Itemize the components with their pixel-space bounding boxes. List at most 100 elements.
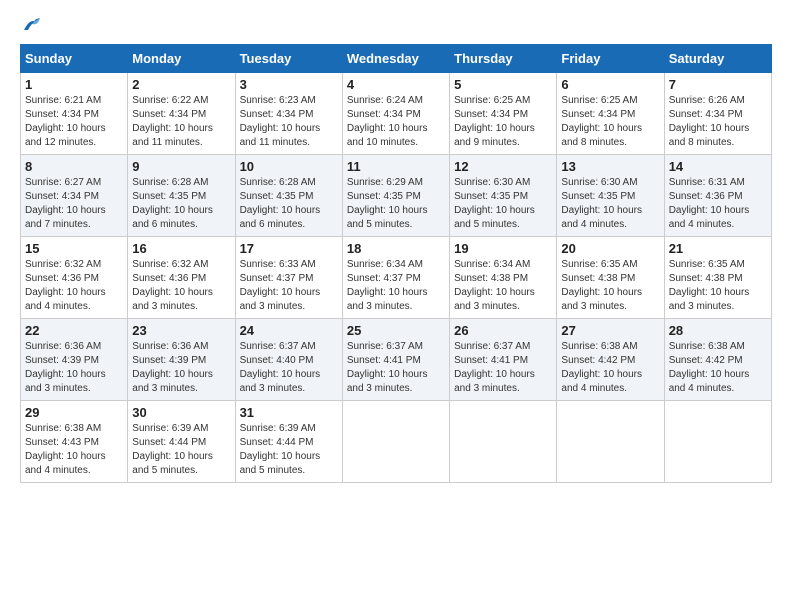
- day-number: 1: [25, 77, 123, 92]
- day-number: 15: [25, 241, 123, 256]
- calendar-week-row: 8 Sunrise: 6:27 AM Sunset: 4:34 PM Dayli…: [21, 155, 772, 237]
- calendar-day-cell: 31 Sunrise: 6:39 AM Sunset: 4:44 PM Dayl…: [235, 401, 342, 483]
- day-info: Sunrise: 6:38 AM Sunset: 4:42 PM Dayligh…: [669, 340, 767, 396]
- calendar-day-cell: 15 Sunrise: 6:32 AM Sunset: 4:36 PM Dayl…: [21, 237, 128, 319]
- day-number: 30: [132, 405, 230, 420]
- day-number: 8: [25, 159, 123, 174]
- page-header: [20, 20, 772, 34]
- calendar-day-cell: 9 Sunrise: 6:28 AM Sunset: 4:35 PM Dayli…: [128, 155, 235, 237]
- day-number: 18: [347, 241, 445, 256]
- day-of-week-header: Sunday: [21, 45, 128, 73]
- day-number: 6: [561, 77, 659, 92]
- calendar-day-cell: 5 Sunrise: 6:25 AM Sunset: 4:34 PM Dayli…: [450, 73, 557, 155]
- day-info: Sunrise: 6:26 AM Sunset: 4:34 PM Dayligh…: [669, 94, 767, 150]
- day-number: 24: [240, 323, 338, 338]
- day-number: 2: [132, 77, 230, 92]
- day-number: 13: [561, 159, 659, 174]
- day-info: Sunrise: 6:32 AM Sunset: 4:36 PM Dayligh…: [132, 258, 230, 314]
- day-info: Sunrise: 6:34 AM Sunset: 4:37 PM Dayligh…: [347, 258, 445, 314]
- calendar-day-cell: 23 Sunrise: 6:36 AM Sunset: 4:39 PM Dayl…: [128, 319, 235, 401]
- day-number: 17: [240, 241, 338, 256]
- day-info: Sunrise: 6:28 AM Sunset: 4:35 PM Dayligh…: [132, 176, 230, 232]
- day-number: 28: [669, 323, 767, 338]
- day-number: 21: [669, 241, 767, 256]
- day-number: 4: [347, 77, 445, 92]
- day-number: 10: [240, 159, 338, 174]
- day-number: 9: [132, 159, 230, 174]
- day-number: 3: [240, 77, 338, 92]
- calendar-day-cell: 20 Sunrise: 6:35 AM Sunset: 4:38 PM Dayl…: [557, 237, 664, 319]
- day-of-week-header: Monday: [128, 45, 235, 73]
- day-info: Sunrise: 6:28 AM Sunset: 4:35 PM Dayligh…: [240, 176, 338, 232]
- calendar-week-row: 22 Sunrise: 6:36 AM Sunset: 4:39 PM Dayl…: [21, 319, 772, 401]
- day-info: Sunrise: 6:38 AM Sunset: 4:42 PM Dayligh…: [561, 340, 659, 396]
- calendar-day-cell: 1 Sunrise: 6:21 AM Sunset: 4:34 PM Dayli…: [21, 73, 128, 155]
- day-of-week-header: Saturday: [664, 45, 771, 73]
- day-info: Sunrise: 6:29 AM Sunset: 4:35 PM Dayligh…: [347, 176, 445, 232]
- day-info: Sunrise: 6:36 AM Sunset: 4:39 PM Dayligh…: [25, 340, 123, 396]
- calendar-day-cell: 3 Sunrise: 6:23 AM Sunset: 4:34 PM Dayli…: [235, 73, 342, 155]
- day-info: Sunrise: 6:30 AM Sunset: 4:35 PM Dayligh…: [561, 176, 659, 232]
- calendar-day-cell: 22 Sunrise: 6:36 AM Sunset: 4:39 PM Dayl…: [21, 319, 128, 401]
- day-number: 16: [132, 241, 230, 256]
- day-info: Sunrise: 6:22 AM Sunset: 4:34 PM Dayligh…: [132, 94, 230, 150]
- day-of-week-header: Friday: [557, 45, 664, 73]
- calendar-day-cell: 17 Sunrise: 6:33 AM Sunset: 4:37 PM Dayl…: [235, 237, 342, 319]
- calendar-day-cell: 25 Sunrise: 6:37 AM Sunset: 4:41 PM Dayl…: [342, 319, 449, 401]
- day-number: 12: [454, 159, 552, 174]
- day-info: Sunrise: 6:36 AM Sunset: 4:39 PM Dayligh…: [132, 340, 230, 396]
- calendar-day-cell: 29 Sunrise: 6:38 AM Sunset: 4:43 PM Dayl…: [21, 401, 128, 483]
- calendar-day-cell: 14 Sunrise: 6:31 AM Sunset: 4:36 PM Dayl…: [664, 155, 771, 237]
- calendar-day-cell: 27 Sunrise: 6:38 AM Sunset: 4:42 PM Dayl…: [557, 319, 664, 401]
- day-info: Sunrise: 6:35 AM Sunset: 4:38 PM Dayligh…: [561, 258, 659, 314]
- day-info: Sunrise: 6:39 AM Sunset: 4:44 PM Dayligh…: [240, 422, 338, 478]
- calendar-header-row: SundayMondayTuesdayWednesdayThursdayFrid…: [21, 45, 772, 73]
- calendar-week-row: 1 Sunrise: 6:21 AM Sunset: 4:34 PM Dayli…: [21, 73, 772, 155]
- logo-bird-icon: [22, 16, 44, 34]
- day-info: Sunrise: 6:37 AM Sunset: 4:41 PM Dayligh…: [347, 340, 445, 396]
- day-number: 7: [669, 77, 767, 92]
- day-info: Sunrise: 6:23 AM Sunset: 4:34 PM Dayligh…: [240, 94, 338, 150]
- calendar-week-row: 29 Sunrise: 6:38 AM Sunset: 4:43 PM Dayl…: [21, 401, 772, 483]
- calendar-day-cell: 18 Sunrise: 6:34 AM Sunset: 4:37 PM Dayl…: [342, 237, 449, 319]
- day-info: Sunrise: 6:35 AM Sunset: 4:38 PM Dayligh…: [669, 258, 767, 314]
- calendar-day-cell: 7 Sunrise: 6:26 AM Sunset: 4:34 PM Dayli…: [664, 73, 771, 155]
- day-info: Sunrise: 6:25 AM Sunset: 4:34 PM Dayligh…: [561, 94, 659, 150]
- calendar-week-row: 15 Sunrise: 6:32 AM Sunset: 4:36 PM Dayl…: [21, 237, 772, 319]
- calendar-day-cell: 19 Sunrise: 6:34 AM Sunset: 4:38 PM Dayl…: [450, 237, 557, 319]
- day-info: Sunrise: 6:31 AM Sunset: 4:36 PM Dayligh…: [669, 176, 767, 232]
- day-of-week-header: Thursday: [450, 45, 557, 73]
- day-info: Sunrise: 6:37 AM Sunset: 4:40 PM Dayligh…: [240, 340, 338, 396]
- day-info: Sunrise: 6:34 AM Sunset: 4:38 PM Dayligh…: [454, 258, 552, 314]
- calendar-day-cell: 10 Sunrise: 6:28 AM Sunset: 4:35 PM Dayl…: [235, 155, 342, 237]
- calendar-day-cell: 30 Sunrise: 6:39 AM Sunset: 4:44 PM Dayl…: [128, 401, 235, 483]
- day-info: Sunrise: 6:21 AM Sunset: 4:34 PM Dayligh…: [25, 94, 123, 150]
- calendar-day-cell: 4 Sunrise: 6:24 AM Sunset: 4:34 PM Dayli…: [342, 73, 449, 155]
- day-info: Sunrise: 6:32 AM Sunset: 4:36 PM Dayligh…: [25, 258, 123, 314]
- day-info: Sunrise: 6:33 AM Sunset: 4:37 PM Dayligh…: [240, 258, 338, 314]
- day-number: 27: [561, 323, 659, 338]
- day-info: Sunrise: 6:27 AM Sunset: 4:34 PM Dayligh…: [25, 176, 123, 232]
- calendar-day-cell: 21 Sunrise: 6:35 AM Sunset: 4:38 PM Dayl…: [664, 237, 771, 319]
- calendar-day-cell: 12 Sunrise: 6:30 AM Sunset: 4:35 PM Dayl…: [450, 155, 557, 237]
- day-number: 14: [669, 159, 767, 174]
- calendar-day-cell: 24 Sunrise: 6:37 AM Sunset: 4:40 PM Dayl…: [235, 319, 342, 401]
- calendar-day-cell: 28 Sunrise: 6:38 AM Sunset: 4:42 PM Dayl…: [664, 319, 771, 401]
- calendar-day-cell: 11 Sunrise: 6:29 AM Sunset: 4:35 PM Dayl…: [342, 155, 449, 237]
- day-number: 5: [454, 77, 552, 92]
- day-info: Sunrise: 6:25 AM Sunset: 4:34 PM Dayligh…: [454, 94, 552, 150]
- calendar-day-cell: [450, 401, 557, 483]
- calendar-day-cell: 16 Sunrise: 6:32 AM Sunset: 4:36 PM Dayl…: [128, 237, 235, 319]
- calendar-day-cell: [557, 401, 664, 483]
- day-number: 19: [454, 241, 552, 256]
- day-of-week-header: Wednesday: [342, 45, 449, 73]
- calendar-day-cell: [342, 401, 449, 483]
- day-number: 20: [561, 241, 659, 256]
- day-info: Sunrise: 6:30 AM Sunset: 4:35 PM Dayligh…: [454, 176, 552, 232]
- day-number: 31: [240, 405, 338, 420]
- day-info: Sunrise: 6:37 AM Sunset: 4:41 PM Dayligh…: [454, 340, 552, 396]
- calendar-day-cell: 6 Sunrise: 6:25 AM Sunset: 4:34 PM Dayli…: [557, 73, 664, 155]
- day-number: 11: [347, 159, 445, 174]
- day-number: 26: [454, 323, 552, 338]
- logo: [20, 20, 44, 34]
